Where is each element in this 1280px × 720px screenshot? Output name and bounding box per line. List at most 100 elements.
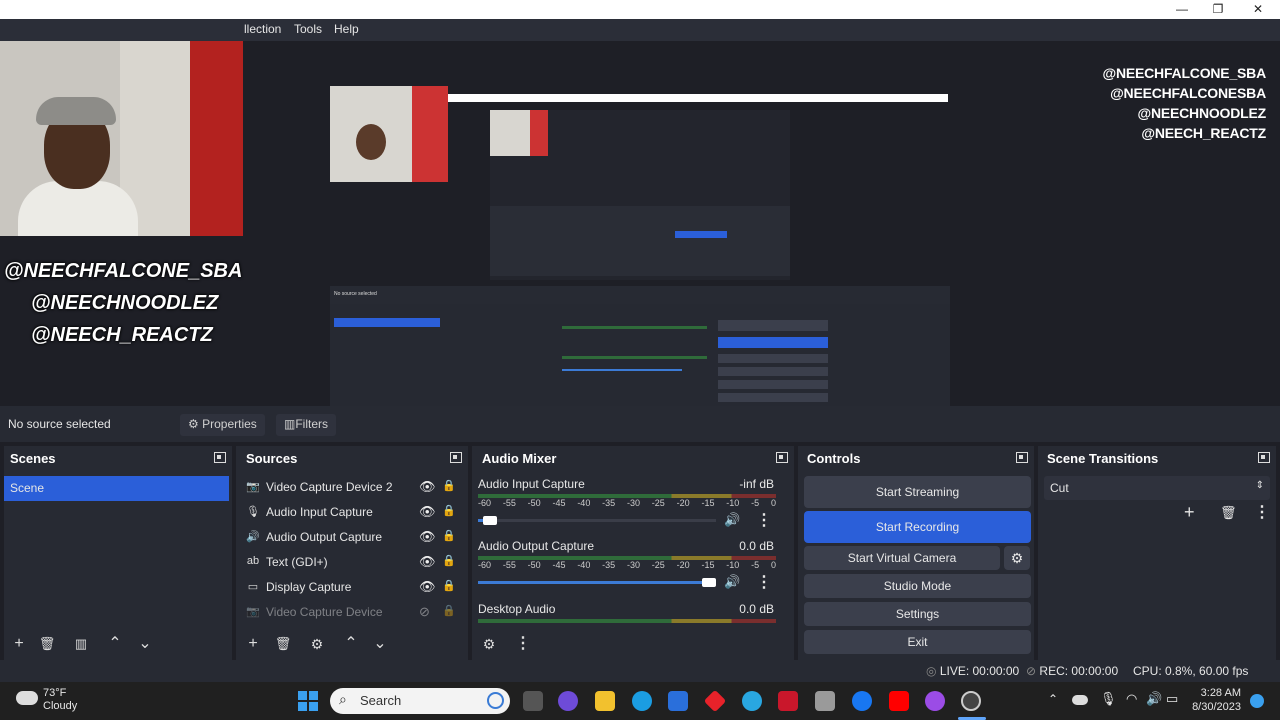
microphone-icon[interactable]: 🎙: [1100, 691, 1117, 707]
filters-button[interactable]: ▥Filters: [276, 414, 337, 436]
obs-icon[interactable]: [961, 691, 981, 711]
arrow-down-icon[interactable]: ⌄: [134, 634, 156, 654]
trash-icon[interactable]: 🗑: [1220, 505, 1237, 521]
lock-icon[interactable]: 🔒: [442, 554, 456, 567]
more-vertical-icon[interactable]: ⋮: [512, 634, 534, 654]
menu-scene-collection[interactable]: llection: [244, 22, 281, 36]
eye-icon[interactable]: 👁: [419, 579, 436, 595]
eye-hidden-icon[interactable]: ⊘: [419, 604, 430, 620]
onedrive-icon[interactable]: [1072, 695, 1088, 705]
more-vertical-icon[interactable]: ⋮: [756, 572, 772, 592]
studio-mode-button[interactable]: Studio Mode: [804, 574, 1031, 598]
scene-transitions-title: Scene Transitions: [1047, 451, 1159, 466]
chrome-icon[interactable]: [742, 691, 762, 711]
search-box[interactable]: ⌕ Search: [330, 688, 510, 714]
chevron-up-icon[interactable]: ⌃: [1048, 692, 1058, 706]
arrow-up-icon[interactable]: ⌃: [340, 634, 362, 654]
eye-icon[interactable]: 👁: [419, 504, 436, 520]
arrow-down-icon[interactable]: ⌄: [369, 634, 391, 654]
source-item[interactable]: 🔊 Audio Output Capture 👁 🔒: [242, 525, 464, 550]
clock-date[interactable]: 8/30/2023: [1190, 701, 1241, 713]
trash-icon[interactable]: 🗑: [36, 634, 58, 654]
speaker-icon[interactable]: 🔊: [724, 574, 740, 590]
store-icon[interactable]: [668, 691, 688, 711]
transition-select[interactable]: Cut ⇕: [1044, 476, 1270, 500]
weather-desc[interactable]: Cloudy: [43, 700, 77, 712]
scene-item[interactable]: Scene: [4, 476, 229, 501]
scale-tick: -25: [651, 560, 665, 570]
menu-tools[interactable]: Tools: [294, 22, 322, 36]
start-recording-button[interactable]: Start Recording: [804, 511, 1031, 543]
start-streaming-button[interactable]: Start Streaming: [804, 476, 1031, 508]
volume-knob[interactable]: [702, 578, 716, 587]
more-vertical-icon[interactable]: ⋮: [756, 510, 772, 530]
gear-icon[interactable]: ⚙: [1004, 546, 1030, 570]
volume-slider[interactable]: [478, 578, 716, 587]
amazon-icon[interactable]: [815, 691, 835, 711]
scale-tick: 0: [770, 560, 776, 570]
volume-slider[interactable]: [478, 516, 716, 525]
more-vertical-icon[interactable]: ⋮: [1254, 502, 1270, 522]
source-item[interactable]: 🎙 Audio Input Capture 👁 🔒: [242, 500, 464, 525]
add-icon[interactable]: +: [242, 634, 264, 654]
lock-icon[interactable]: 🔒: [442, 479, 456, 492]
maximize-button[interactable]: ❐: [1200, 0, 1236, 19]
youtube-icon[interactable]: [889, 691, 909, 711]
eye-icon[interactable]: 👁: [419, 554, 436, 570]
file-explorer-icon[interactable]: [595, 691, 615, 711]
lock-icon[interactable]: 🔒: [442, 579, 456, 592]
undock-icon[interactable]: [1258, 452, 1270, 463]
windows-start-icon[interactable]: [298, 691, 318, 711]
start-virtual-camera-button[interactable]: Start Virtual Camera: [804, 546, 1000, 570]
chat-icon[interactable]: [558, 691, 578, 711]
close-button[interactable]: ✕: [1240, 0, 1276, 19]
menu-help[interactable]: Help: [334, 22, 359, 36]
filter-icon[interactable]: ▥: [70, 634, 92, 654]
gear-icon[interactable]: ⚙: [306, 634, 328, 654]
channel-level: -inf dB: [739, 477, 774, 491]
source-item[interactable]: ab Text (GDI+) 👁 🔒: [242, 550, 464, 575]
minimize-button[interactable]: —: [1164, 0, 1200, 19]
mcafee-icon[interactable]: [778, 691, 798, 711]
clock-time[interactable]: 3:28 AM: [1196, 687, 1241, 699]
edge-icon[interactable]: [632, 691, 652, 711]
volume-knob[interactable]: [482, 516, 497, 525]
settings-button[interactable]: Settings: [804, 602, 1031, 626]
eye-icon[interactable]: 👁: [419, 479, 436, 495]
arrow-up-icon[interactable]: ⌃: [104, 634, 126, 654]
battery-icon[interactable]: ▭: [1166, 691, 1178, 707]
facebook-icon[interactable]: [852, 691, 872, 711]
task-view-icon[interactable]: [523, 691, 543, 711]
undock-icon[interactable]: [450, 452, 462, 463]
scale-tick: -5: [751, 498, 760, 508]
undock-icon[interactable]: [776, 452, 788, 463]
undock-icon[interactable]: [214, 452, 226, 463]
properties-button[interactable]: ⚙ Properties: [180, 414, 265, 436]
wifi-icon[interactable]: ◠: [1126, 691, 1137, 707]
source-toolbar: No source selected ⚙ Properties ▥Filters: [0, 406, 1280, 442]
advanced-audio-icon[interactable]: ⚙: [478, 634, 500, 654]
lock-icon[interactable]: 🔒: [442, 604, 456, 617]
lock-icon[interactable]: 🔒: [442, 529, 456, 542]
lock-icon[interactable]: 🔒: [442, 504, 456, 517]
notification-icon[interactable]: [1250, 694, 1264, 708]
preview-canvas[interactable]: @NEECHFALCONE_SBA @NEECHFALCONESBA @NEEC…: [0, 41, 1280, 436]
handle-text: @NEECHFALCONE_SBA: [1102, 65, 1267, 81]
source-item[interactable]: 📷 Video Capture Device 2 👁 🔒: [242, 475, 464, 500]
add-icon[interactable]: +: [8, 634, 30, 654]
source-item[interactable]: ▭ Display Capture 👁 🔒: [242, 575, 464, 600]
camera-icon: 📷: [246, 606, 260, 618]
volume-icon[interactable]: 🔊: [1146, 691, 1162, 707]
add-icon[interactable]: +: [1184, 502, 1195, 523]
trash-icon[interactable]: 🗑: [272, 634, 294, 654]
eye-icon[interactable]: 👁: [419, 529, 436, 545]
app-diamond-icon[interactable]: [703, 689, 727, 713]
exit-button[interactable]: Exit: [804, 630, 1031, 654]
source-item[interactable]: 📷 Video Capture Device ⊘ 🔒: [242, 600, 464, 625]
meter-scale: -60 -55 -50 -45 -40 -35 -30 -25 -20 -15 -10 -5 0: [478, 560, 776, 570]
weather-temp[interactable]: 73°F: [43, 687, 66, 699]
scale-tick: -5: [751, 560, 760, 570]
speaker-icon[interactable]: 🔊: [724, 512, 740, 528]
app-purple-icon[interactable]: [925, 691, 945, 711]
undock-icon[interactable]: [1016, 452, 1028, 463]
